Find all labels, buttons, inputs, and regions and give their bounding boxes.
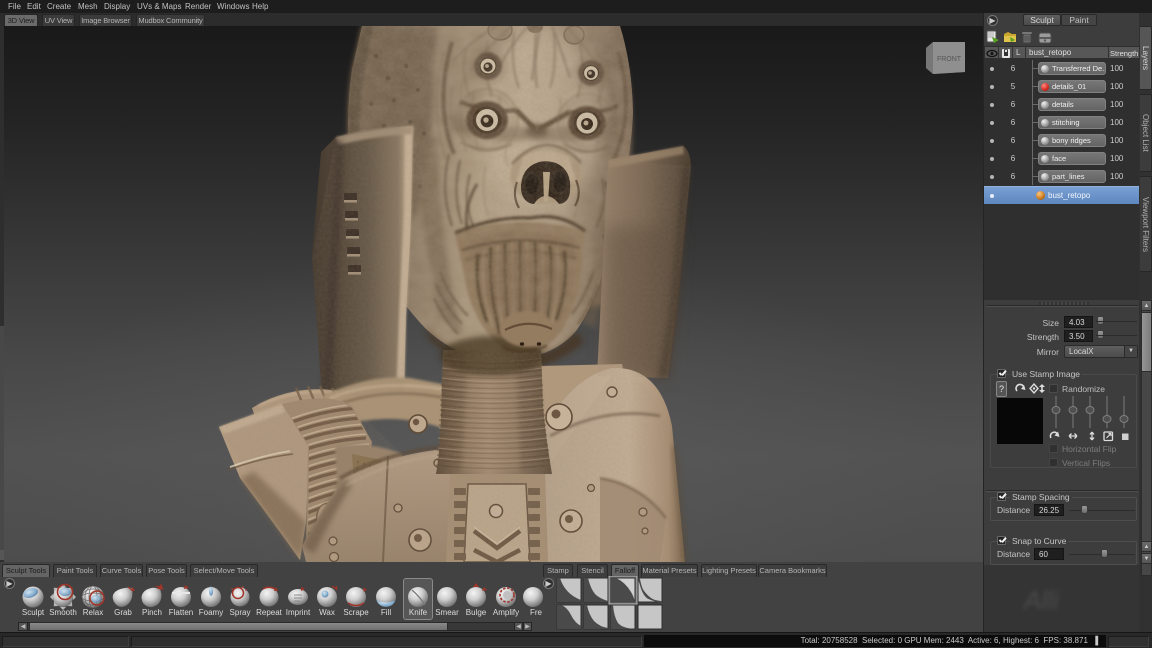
svg-text:FRONT: FRONT <box>937 56 962 63</box>
